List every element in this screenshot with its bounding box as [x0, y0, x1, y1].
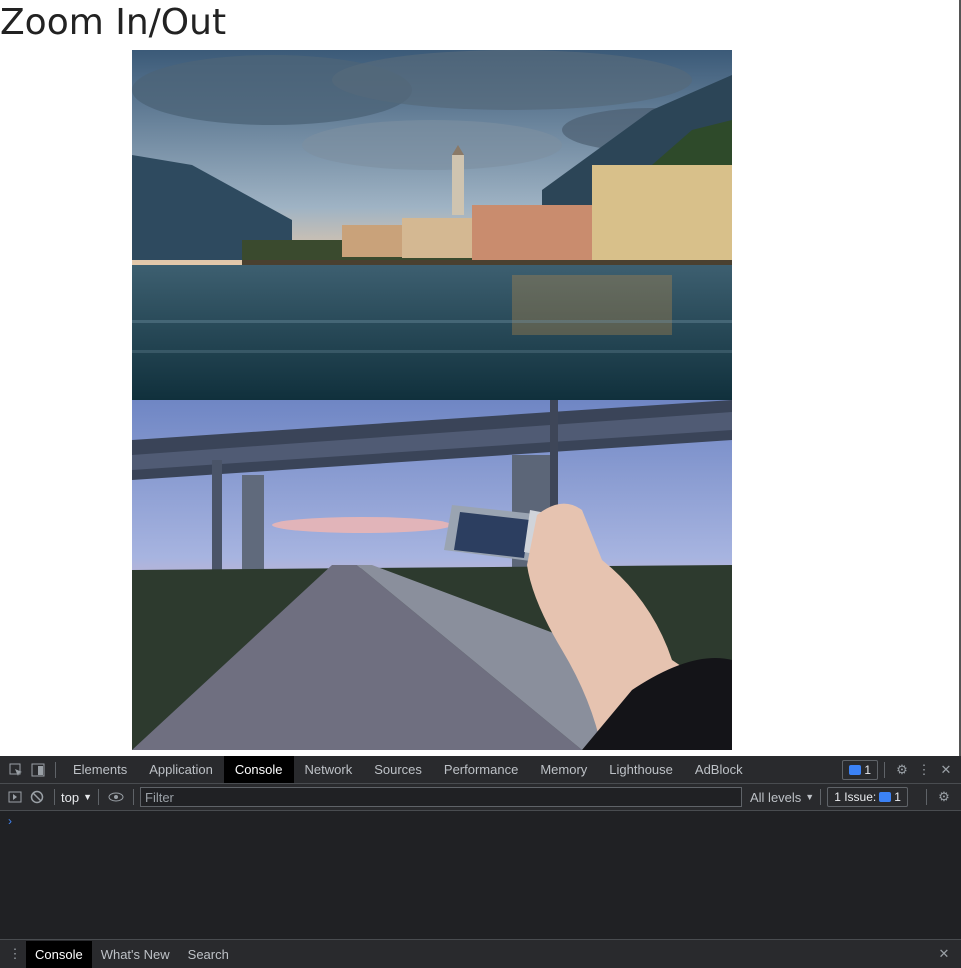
- tab-lighthouse[interactable]: Lighthouse: [598, 756, 684, 783]
- tab-memory[interactable]: Memory: [529, 756, 598, 783]
- bridge-phone-image: [132, 400, 732, 750]
- console-toolbar: top ▼ Filter All levels ▼ 1 Issue: 1 ⚙: [0, 784, 961, 811]
- device-toolbar-icon[interactable]: [27, 759, 49, 781]
- drawer-tab-bar: ⋮ Console What's New Search ✕: [0, 939, 961, 968]
- drawer-menu-icon[interactable]: ⋮: [4, 943, 26, 965]
- clear-console-icon[interactable]: [26, 786, 48, 808]
- console-settings-gear-icon[interactable]: ⚙: [933, 786, 955, 808]
- show-sidebar-icon[interactable]: [4, 786, 26, 808]
- tab-performance[interactable]: Performance: [433, 756, 529, 783]
- dropdown-arrow-icon: ▼: [805, 792, 815, 802]
- tab-elements[interactable]: Elements: [62, 756, 138, 783]
- drawer-tab-console[interactable]: Console: [26, 940, 92, 968]
- divider: [55, 761, 56, 778]
- devtools-tab-bar: Elements Application Console Network Sou…: [0, 756, 961, 784]
- devtools-panel: Elements Application Console Network Sou…: [0, 756, 961, 968]
- tab-application[interactable]: Application: [138, 756, 224, 783]
- issues-badge[interactable]: 1 Issue: 1: [827, 787, 908, 807]
- console-prompt[interactable]: ›: [8, 814, 12, 828]
- close-devtools-icon[interactable]: ✕: [935, 759, 957, 781]
- inspect-element-icon[interactable]: [5, 759, 27, 781]
- tab-network[interactable]: Network: [294, 756, 364, 783]
- message-icon: [849, 764, 862, 775]
- close-drawer-icon[interactable]: ✕: [933, 943, 955, 965]
- tab-console[interactable]: Console: [223, 756, 294, 783]
- log-levels-dropdown[interactable]: All levels ▼: [750, 790, 814, 805]
- live-expression-eye-icon[interactable]: [105, 786, 127, 808]
- drawer-tab-whats-new[interactable]: What's New: [92, 941, 179, 968]
- context-selector[interactable]: top ▼: [61, 790, 92, 805]
- tab-adblock[interactable]: AdBlock: [684, 756, 754, 783]
- filter-input[interactable]: Filter: [140, 787, 742, 807]
- settings-gear-icon[interactable]: ⚙: [891, 759, 913, 781]
- tab-sources[interactable]: Sources: [363, 756, 433, 783]
- drawer-tab-search[interactable]: Search: [179, 941, 238, 968]
- messages-badge[interactable]: 1: [842, 759, 878, 780]
- issue-icon: [879, 792, 892, 802]
- lake-town-image: [132, 50, 732, 400]
- dropdown-arrow-icon: ▼: [83, 792, 92, 802]
- page-title: Zoom In/Out: [0, 2, 227, 43]
- more-options-icon[interactable]: ⋮: [913, 759, 935, 781]
